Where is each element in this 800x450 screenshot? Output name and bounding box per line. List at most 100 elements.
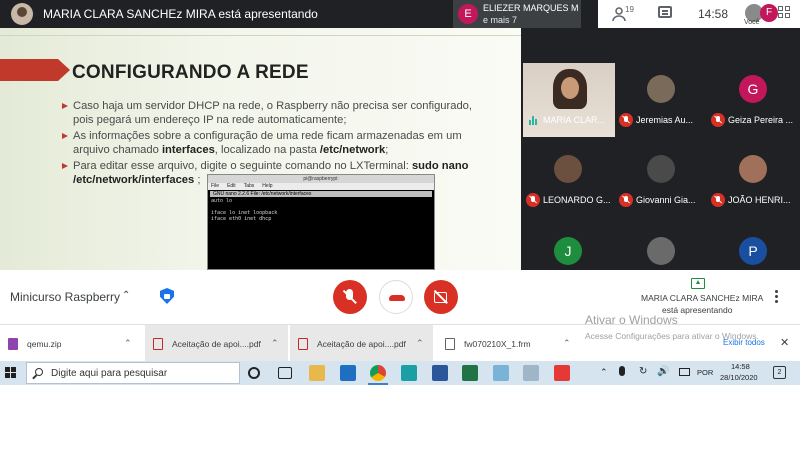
search-icon xyxy=(35,368,43,376)
bullet-text: ; xyxy=(194,173,201,186)
paint-icon[interactable] xyxy=(493,365,509,381)
bullet-item: As informações sobre a configuração de u… xyxy=(60,130,480,157)
presenter-name: MARIA CLARA SANCHEz MIRA xyxy=(641,293,764,303)
download-item[interactable]: qemu.zip ⌃ xyxy=(0,325,143,362)
participants-count: 19 xyxy=(625,5,634,14)
network-icon[interactable] xyxy=(679,368,690,376)
participant-tile[interactable]: Giovanni Gia... xyxy=(616,143,708,217)
file-icon xyxy=(445,338,455,350)
terminal-menu-item: Help xyxy=(262,183,273,189)
meeting-name[interactable]: Minicurso Raspberry xyxy=(10,290,120,304)
chevron-up-icon[interactable]: ⌃ xyxy=(416,338,424,349)
excel-icon[interactable] xyxy=(462,365,478,381)
host-controls-icon[interactable] xyxy=(160,288,174,304)
slide-rule xyxy=(0,35,521,36)
chrome-icon[interactable] xyxy=(368,365,388,385)
presenter-title: MARIA CLARA SANCHEz MIRA está apresentan… xyxy=(43,7,318,21)
shared-screen: CONFIGURANDO A REDE Caso haja um servido… xyxy=(0,28,521,270)
tray-chevron-icon[interactable]: ⌃ xyxy=(600,367,608,378)
chevron-up-icon[interactable]: ⌃ xyxy=(271,338,279,349)
meeting-toolbar: 19 14:58 F Você xyxy=(598,0,800,28)
terminal-menu-item: Tabs xyxy=(243,183,255,189)
title-arrow xyxy=(0,59,70,81)
sync-icon[interactable]: ↻ xyxy=(639,366,647,377)
participant-avatar: P xyxy=(739,237,767,265)
download-item[interactable]: Aceitação de apoi....pdf ⌃ xyxy=(290,325,433,362)
bullet-item: Caso haja um servidor DHCP na rede, o Ra… xyxy=(60,100,480,127)
mic-muted-icon xyxy=(711,193,725,207)
cortana-icon[interactable] xyxy=(248,367,260,379)
download-filename: Aceitação de apoi....pdf xyxy=(317,339,406,349)
taskbar-time[interactable]: 14:58 xyxy=(731,362,750,371)
chat-subtitle: e mais 7 xyxy=(483,15,518,25)
chevron-up-icon[interactable]: ⌃ xyxy=(124,338,132,349)
participants-grid: MARIA CLAR... Jeremias Au... G Geiza Per… xyxy=(521,28,800,270)
task-view-icon[interactable] xyxy=(278,367,292,379)
terminal-menu-item: File xyxy=(211,183,220,189)
leave-call-button[interactable] xyxy=(379,280,413,314)
download-filename: qemu.zip xyxy=(27,339,62,349)
chevron-up-icon[interactable]: ⌃ xyxy=(122,290,130,301)
present-screen-icon[interactable] xyxy=(691,278,705,289)
taskbar-search[interactable]: Digite aqui para pesquisar xyxy=(26,362,240,384)
presenter-bar: MARIA CLARA SANCHEz MIRA está apresentan… xyxy=(0,0,800,28)
mail-icon[interactable] xyxy=(340,365,356,381)
nano-status: GNU nano 2.2.6 File: /etc/network/interf… xyxy=(210,191,432,197)
downloads-bar: qemu.zip ⌃ Aceitação de apoi....pdf ⌃ Ac… xyxy=(0,313,800,362)
windows-taskbar: Digite aqui para pesquisar ⌃ ↻ 🔊 POR 14:… xyxy=(0,361,800,385)
download-filename: Aceitação de apoi....pdf xyxy=(172,339,261,349)
camera-toggle-button[interactable] xyxy=(424,280,458,314)
participant-name: LEONARDO G... xyxy=(543,195,611,205)
volume-icon[interactable]: 🔊 xyxy=(657,366,669,377)
windows-start-icon[interactable] xyxy=(5,367,17,379)
store-icon[interactable] xyxy=(401,365,417,381)
app-icon[interactable] xyxy=(523,365,539,381)
you-label: Você xyxy=(744,19,760,26)
word-icon[interactable] xyxy=(432,365,448,381)
zip-file-icon xyxy=(8,338,18,350)
bullet-bold: interfaces xyxy=(161,143,215,156)
taskbar-date[interactable]: 28/10/2020 xyxy=(720,373,758,382)
terminal-screenshot: pi@raspberrypi: File Edit Tabs Help GNU nan… xyxy=(207,174,435,270)
participant-avatar: J xyxy=(554,237,582,265)
slide-title: CONFIGURANDO A REDE xyxy=(72,62,309,83)
background xyxy=(0,385,800,450)
chat-notification[interactable]: E ELIEZER MARQUES M... e mais 7 xyxy=(453,0,581,28)
participant-tile[interactable]: G Geiza Pereira ... xyxy=(708,63,800,137)
close-icon[interactable]: ✕ xyxy=(780,336,789,349)
participant-tile[interactable]: Jeremias Au... xyxy=(616,63,708,137)
pdf-file-icon xyxy=(153,338,163,350)
activities-icon[interactable] xyxy=(778,6,792,20)
file-explorer-icon[interactable] xyxy=(309,365,325,381)
terminal-menu: File Edit Tabs Help xyxy=(208,183,434,190)
mic-muted-icon xyxy=(619,113,633,127)
microphone-icon[interactable] xyxy=(619,366,625,376)
acrobat-icon[interactable] xyxy=(554,365,570,381)
download-item[interactable]: Aceitação de apoi....pdf ⌃ xyxy=(145,325,288,362)
participant-avatar xyxy=(647,237,675,265)
participant-name: JOÃO HENRI... xyxy=(728,195,791,205)
screen: MARIA CLARA SANCHEz MIRA está apresentan… xyxy=(0,0,800,450)
chevron-up-icon[interactable]: ⌃ xyxy=(563,338,571,349)
mic-muted-icon xyxy=(619,193,633,207)
bullet-text: Caso haja um servidor DHCP na rede, o Ra… xyxy=(73,100,473,126)
mic-muted-icon xyxy=(711,113,725,127)
notifications-icon[interactable]: 2 xyxy=(773,366,786,379)
participant-name: MARIA CLAR... xyxy=(543,115,606,125)
user-avatar[interactable]: F xyxy=(760,4,778,22)
participant-tile[interactable]: LEONARDO G... xyxy=(523,143,615,217)
terminal-menu-item: Edit xyxy=(227,183,236,189)
language-indicator[interactable]: POR xyxy=(697,368,713,377)
participant-avatar xyxy=(739,155,767,183)
mic-toggle-button[interactable] xyxy=(333,280,367,314)
chat-icon[interactable] xyxy=(658,6,672,18)
participant-avatar xyxy=(647,155,675,183)
pdf-file-icon xyxy=(298,338,308,350)
more-options-icon[interactable] xyxy=(774,290,778,304)
bullet-text: ; xyxy=(385,143,389,156)
participant-tile[interactable]: MARIA CLAR... xyxy=(523,63,615,137)
participant-tile[interactable]: JOÃO HENRI... xyxy=(708,143,800,217)
download-item[interactable]: fw070210X_1.frm ⌃ xyxy=(437,325,580,362)
terminal-line: iface eth0 inet dhcp xyxy=(211,216,272,222)
show-all-link[interactable]: Exibir todos xyxy=(723,338,765,347)
